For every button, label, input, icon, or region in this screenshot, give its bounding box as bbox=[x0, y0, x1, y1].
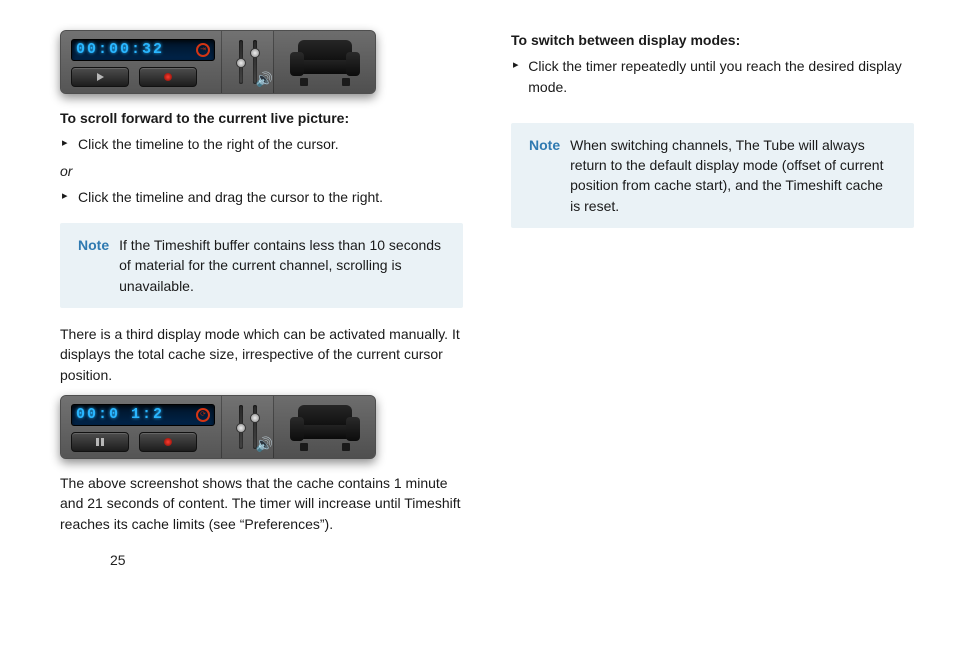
heading-scroll-forward: To scroll forward to the current live pi… bbox=[60, 108, 463, 128]
player-buttons bbox=[71, 67, 215, 87]
paragraph: There is a third display mode which can … bbox=[60, 324, 463, 385]
play-button[interactable] bbox=[71, 67, 129, 87]
right-column: To switch between display modes: ▸ Click… bbox=[511, 28, 914, 570]
record-icon bbox=[164, 73, 172, 81]
pause-icon bbox=[96, 438, 104, 446]
bullet-item: ▸ Click the timeline and drag the cursor… bbox=[62, 187, 463, 207]
note-box: Note When switching channels, The Tube w… bbox=[511, 123, 914, 228]
play-icon bbox=[97, 73, 104, 81]
note-label: Note bbox=[78, 235, 109, 296]
record-icon bbox=[164, 438, 172, 446]
timer-text: 00:0 1:2 bbox=[76, 404, 210, 426]
player-left: 00:00:32 ⇥ bbox=[61, 31, 221, 93]
player-panel-1: 00:00:32 ⇥ 🔊 bbox=[60, 30, 376, 94]
cursor-marker-icon: ⟳ bbox=[196, 408, 210, 422]
player-mid: 🔊 bbox=[221, 31, 273, 93]
slider-thumb[interactable] bbox=[236, 423, 246, 433]
player-mid: 🔊 bbox=[221, 396, 273, 458]
slider-thumb[interactable] bbox=[250, 413, 260, 423]
player-left: 00:0 1:2 ⟳ bbox=[61, 396, 221, 458]
or-separator: or bbox=[60, 161, 463, 181]
page-number: 25 bbox=[60, 550, 463, 570]
bullet-item: ▸ Click the timer repeatedly until you r… bbox=[513, 56, 914, 97]
note-label: Note bbox=[529, 135, 560, 216]
note-box: Note If the Timeshift buffer contains le… bbox=[60, 223, 463, 308]
triangle-bullet-icon: ▸ bbox=[62, 134, 72, 152]
bullet-item: ▸ Click the timeline to the right of the… bbox=[62, 134, 463, 154]
triangle-bullet-icon: ▸ bbox=[513, 56, 522, 74]
armchair-icon bbox=[290, 38, 360, 86]
slider-thumb[interactable] bbox=[250, 48, 260, 58]
cursor-marker-icon: ⇥ bbox=[196, 43, 210, 57]
pause-button[interactable] bbox=[71, 432, 129, 452]
page: 00:00:32 ⇥ 🔊 To sc bbox=[0, 0, 954, 578]
note-text: If the Timeshift buffer contains less th… bbox=[119, 235, 445, 296]
left-slider[interactable] bbox=[239, 405, 243, 449]
bullet-text: Click the timeline and drag the cursor t… bbox=[78, 187, 383, 207]
bullet-text: Click the timeline to the right of the c… bbox=[78, 134, 339, 154]
slider-thumb[interactable] bbox=[236, 58, 246, 68]
timer-display[interactable]: 00:00:32 ⇥ bbox=[71, 39, 215, 61]
armchair-icon bbox=[290, 403, 360, 451]
left-slider[interactable] bbox=[239, 40, 243, 84]
volume-icon: 🔊 bbox=[256, 69, 273, 89]
player-preview bbox=[273, 31, 375, 93]
left-column: 00:00:32 ⇥ 🔊 To sc bbox=[60, 28, 463, 570]
heading-switch-modes: To switch between display modes: bbox=[511, 30, 914, 50]
record-button[interactable] bbox=[139, 67, 197, 87]
timer-display[interactable]: 00:0 1:2 ⟳ bbox=[71, 404, 215, 426]
player-buttons bbox=[71, 432, 215, 452]
bullet-text: Click the timer repeatedly until you rea… bbox=[528, 56, 914, 97]
paragraph: The above screenshot shows that the cach… bbox=[60, 473, 463, 534]
triangle-bullet-icon: ▸ bbox=[62, 187, 72, 205]
player-preview bbox=[273, 396, 375, 458]
player-panel-2: 00:0 1:2 ⟳ 🔊 bbox=[60, 395, 376, 459]
note-text: When switching channels, The Tube will a… bbox=[570, 135, 896, 216]
volume-icon: 🔊 bbox=[256, 434, 273, 454]
timer-text: 00:00:32 bbox=[76, 39, 210, 61]
record-button[interactable] bbox=[139, 432, 197, 452]
